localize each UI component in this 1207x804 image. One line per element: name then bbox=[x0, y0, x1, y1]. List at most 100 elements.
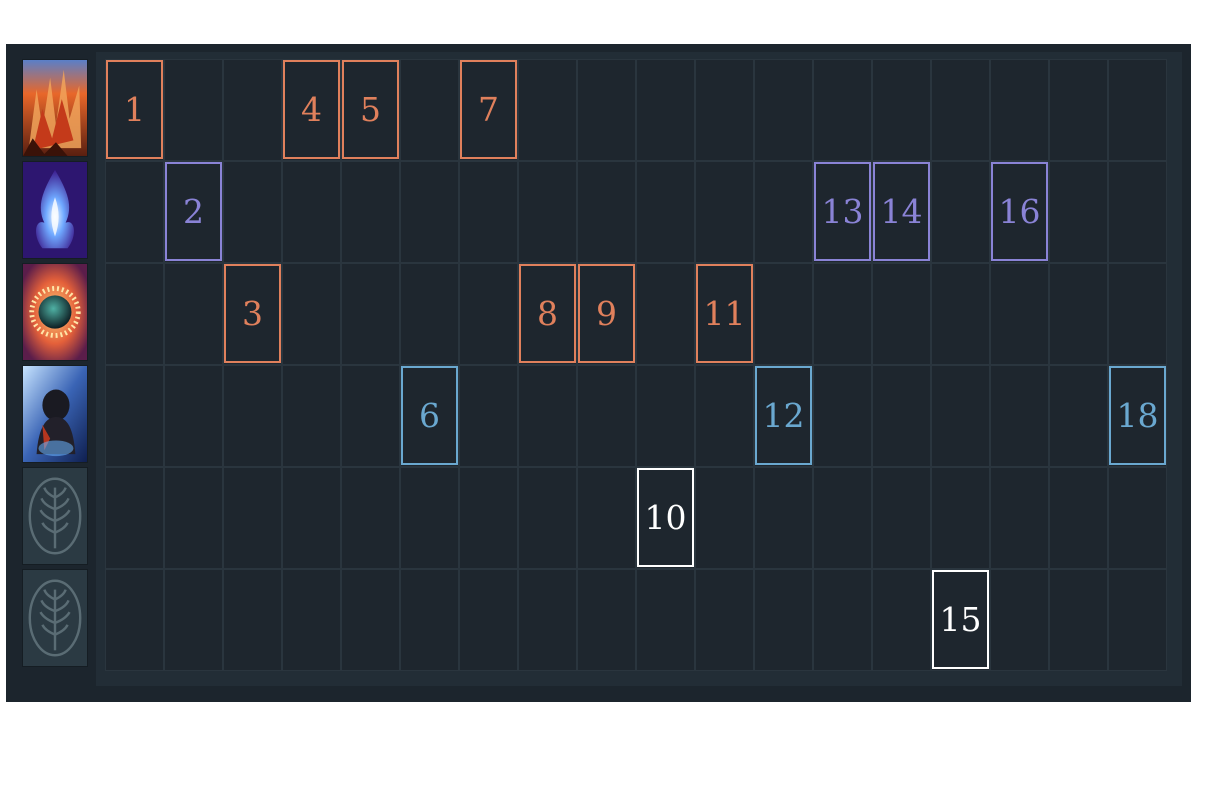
grid-cell bbox=[754, 467, 813, 569]
grid-cell bbox=[400, 467, 459, 569]
grid-cell bbox=[1108, 59, 1167, 161]
grid-cell bbox=[223, 59, 282, 161]
timeline-card-14[interactable]: 14 bbox=[873, 162, 930, 261]
grid-cell bbox=[872, 263, 931, 365]
grid-cell bbox=[1049, 569, 1108, 671]
timeline-card-11[interactable]: 11 bbox=[696, 264, 753, 363]
grid-cell bbox=[813, 263, 872, 365]
grid-cell bbox=[754, 569, 813, 671]
grid-cell bbox=[695, 467, 754, 569]
grid-cell bbox=[400, 161, 459, 263]
grid-cell bbox=[223, 365, 282, 467]
card-number: 13 bbox=[821, 192, 864, 231]
grid-cell bbox=[990, 263, 1049, 365]
grid-cell bbox=[636, 263, 695, 365]
timeline-card-2[interactable]: 2 bbox=[165, 162, 222, 261]
grid-cell bbox=[695, 365, 754, 467]
timeline-card-18[interactable]: 18 bbox=[1109, 366, 1166, 465]
grid-cell bbox=[341, 263, 400, 365]
grid-cell bbox=[518, 569, 577, 671]
card-number: 15 bbox=[939, 600, 982, 639]
timeline-card-4[interactable]: 4 bbox=[283, 60, 340, 159]
grid-cell bbox=[636, 365, 695, 467]
timeline-card-15[interactable]: 15 bbox=[932, 570, 989, 669]
timeline-card-7[interactable]: 7 bbox=[460, 60, 517, 159]
card-number: 8 bbox=[537, 294, 558, 333]
grid-cell bbox=[577, 161, 636, 263]
timeline-board: 1 2 3 4 5 6 7 8 9 10 11 12 13 14 15 16 18 bbox=[96, 52, 1182, 686]
timeline-card-10[interactable]: 10 bbox=[637, 468, 694, 567]
grid-cell bbox=[1108, 161, 1167, 263]
grid-cell bbox=[1049, 161, 1108, 263]
grid-cell bbox=[105, 263, 164, 365]
timeline-card-1[interactable]: 1 bbox=[106, 60, 163, 159]
grid-cell bbox=[105, 365, 164, 467]
grid-cell bbox=[105, 467, 164, 569]
grid-cell bbox=[400, 59, 459, 161]
grid-cell bbox=[1049, 467, 1108, 569]
timeline-card-6[interactable]: 6 bbox=[401, 366, 458, 465]
timeline-panel: 1 2 3 4 5 6 7 8 9 10 11 12 13 14 15 16 18 bbox=[6, 44, 1191, 702]
arcane-flame-icon bbox=[22, 161, 88, 259]
timeline-card-12[interactable]: 12 bbox=[755, 366, 812, 465]
grid-cell bbox=[223, 161, 282, 263]
card-number: 5 bbox=[360, 90, 381, 129]
grid-cell bbox=[931, 263, 990, 365]
grid-cell bbox=[282, 161, 341, 263]
grid-cell bbox=[577, 569, 636, 671]
grid-cell bbox=[1049, 263, 1108, 365]
grid-cell bbox=[459, 467, 518, 569]
grid-cell bbox=[754, 161, 813, 263]
grid-cell bbox=[459, 161, 518, 263]
timeline-card-8[interactable]: 8 bbox=[519, 264, 576, 363]
grid-cell bbox=[1108, 569, 1167, 671]
grid-cell bbox=[223, 569, 282, 671]
grid-cell bbox=[577, 467, 636, 569]
card-number: 11 bbox=[703, 294, 746, 333]
empty-wheat-slot-icon bbox=[22, 467, 88, 565]
grid-cell bbox=[931, 161, 990, 263]
grid-cell bbox=[990, 569, 1049, 671]
grid-cell bbox=[931, 59, 990, 161]
grid-cell bbox=[459, 569, 518, 671]
timeline-card-5[interactable]: 5 bbox=[342, 60, 399, 159]
grid-cell bbox=[518, 467, 577, 569]
grid-cell bbox=[577, 365, 636, 467]
grid-cell bbox=[813, 467, 872, 569]
grid-cell bbox=[636, 161, 695, 263]
grid-cell bbox=[459, 263, 518, 365]
grid-cell bbox=[164, 59, 223, 161]
card-number: 10 bbox=[644, 498, 687, 537]
grid-cell bbox=[695, 59, 754, 161]
grid-cell bbox=[990, 365, 1049, 467]
grid-cell bbox=[282, 263, 341, 365]
grid-cell bbox=[400, 263, 459, 365]
grid-cell bbox=[164, 569, 223, 671]
card-number: 18 bbox=[1116, 396, 1159, 435]
grid-cell bbox=[1049, 59, 1108, 161]
timeline-card-3[interactable]: 3 bbox=[224, 264, 281, 363]
sun-orb-icon bbox=[22, 263, 88, 361]
grid-cell bbox=[518, 161, 577, 263]
timeline-card-16[interactable]: 16 bbox=[991, 162, 1048, 261]
grid-cell bbox=[872, 569, 931, 671]
grid-cell bbox=[813, 59, 872, 161]
grid-cell bbox=[518, 365, 577, 467]
timeline-card-13[interactable]: 13 bbox=[814, 162, 871, 261]
grid-cell bbox=[813, 569, 872, 671]
card-number: 12 bbox=[762, 396, 805, 435]
card-number: 4 bbox=[301, 90, 322, 129]
empty-wheat-slot-icon bbox=[22, 569, 88, 667]
grid-cell bbox=[754, 59, 813, 161]
grid-cell bbox=[105, 569, 164, 671]
grid-cell bbox=[518, 59, 577, 161]
card-number: 2 bbox=[183, 192, 204, 231]
timeline-card-9[interactable]: 9 bbox=[578, 264, 635, 363]
grid-cell bbox=[282, 365, 341, 467]
grid-cell bbox=[990, 467, 1049, 569]
frost-warrior-icon bbox=[22, 365, 88, 463]
grid-cell bbox=[813, 365, 872, 467]
card-number: 3 bbox=[242, 294, 263, 333]
grid-cell bbox=[636, 59, 695, 161]
card-number: 16 bbox=[998, 192, 1041, 231]
